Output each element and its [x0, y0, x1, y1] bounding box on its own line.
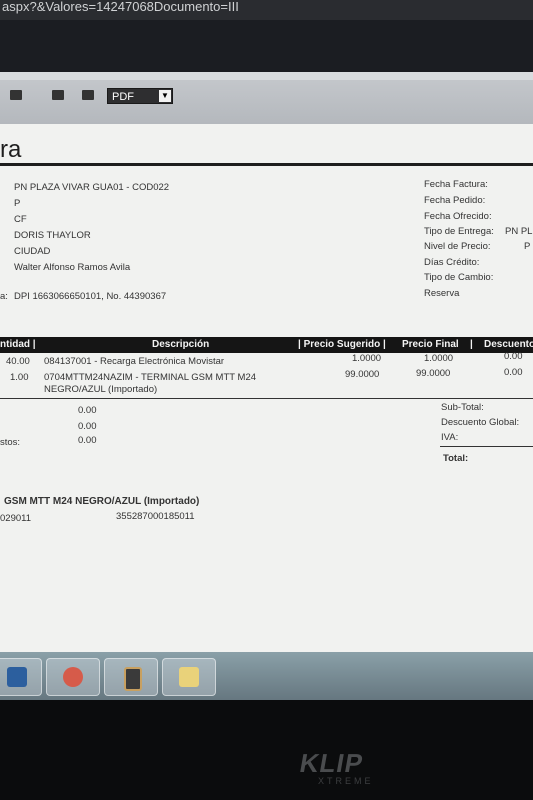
- col-precio-sugerido: | Precio Sugerido |: [298, 339, 386, 350]
- items-table-header: ntidad | Descripción | Precio Sugerido |…: [0, 337, 533, 353]
- print-icon[interactable]: [52, 90, 64, 100]
- row1-qty: 40.00: [6, 356, 30, 367]
- label-descuento-global: Descuento Global:: [441, 417, 520, 428]
- document-title: ra: [0, 136, 22, 163]
- client-line-2: P: [14, 198, 21, 209]
- label-fecha-ofrecido: Fecha Ofrecido:: [424, 211, 492, 222]
- col-separator: |: [470, 339, 473, 350]
- export-icon[interactable]: [82, 90, 94, 100]
- total-left-3-label: stos:: [0, 437, 21, 448]
- row1-sugerido: 1.0000: [352, 353, 382, 364]
- browser-chrome: [0, 20, 533, 72]
- taskbar: [0, 652, 533, 700]
- media-icon[interactable]: [46, 658, 100, 696]
- label-tipo-entrega: Tipo de Entrega:: [424, 226, 494, 237]
- col-descuento: Descuento: [484, 339, 533, 350]
- row1-desc: 084137001 - Recarga Electrónica Movistar: [44, 356, 225, 367]
- monitor-brand: KLIP: [297, 748, 366, 778]
- row2-descuento: 0.00: [504, 367, 523, 378]
- seller-name: Walter Alfonso Ramos Avila: [14, 262, 131, 273]
- row2-sugerido: 99.0000: [345, 369, 380, 380]
- total-left-1: 0.00: [78, 405, 97, 416]
- label-nivel-precio: Nivel de Precio:: [424, 241, 491, 252]
- row1-final: 1.0000: [424, 353, 454, 364]
- client-company: PN PLAZA VIVAR GUA01 - COD022: [14, 182, 170, 193]
- label-dias-credito: Días Crédito:: [424, 257, 480, 268]
- client-city: CIUDAD: [14, 246, 51, 257]
- files-icon[interactable]: [162, 658, 216, 696]
- total-rule: [440, 446, 533, 447]
- row2-desc: 0704MTTM24NAZIM - TERMINAL GSM MTT M24: [44, 372, 257, 383]
- label-reserva: Reserva: [424, 288, 460, 299]
- label-subtotal: Sub-Total:: [441, 402, 484, 413]
- client-line-3: CF: [14, 214, 27, 225]
- address-url: aspx?&Valores=14247068Documento=III: [2, 0, 239, 14]
- value-nivel-precio: P: [524, 241, 531, 252]
- title-divider: [0, 163, 533, 166]
- client-id: DPI 1663066650101, No. 44390367: [14, 291, 167, 302]
- value-tipo-entrega: PN PL: [505, 226, 533, 237]
- label-tipo-cambio: Tipo de Cambio:: [424, 272, 494, 283]
- report-toolbar: PDF ▼: [0, 72, 533, 124]
- label-iva: IVA:: [441, 432, 459, 443]
- row2-final: 99.0000: [416, 368, 451, 379]
- serial-imei: 355287000185011: [116, 511, 195, 522]
- toolbar-divider-icon: [10, 90, 22, 100]
- label-fecha-factura: Fecha Factura:: [424, 179, 488, 190]
- serial-code: 029011: [0, 513, 31, 524]
- payment-terminal-icon[interactable]: [104, 658, 158, 696]
- row2-desc-line2: NEGRO/AZUL (Importado): [44, 384, 158, 395]
- row2-qty: 1.00: [10, 372, 29, 383]
- table-bottom-rule: [0, 398, 533, 399]
- export-format-value: PDF: [112, 91, 134, 103]
- row1-descuento: 0.00: [504, 351, 523, 362]
- explorer-icon[interactable]: [0, 658, 42, 696]
- monitor-bezel: [0, 700, 533, 800]
- chevron-down-icon[interactable]: ▼: [159, 90, 171, 102]
- label-total: Total:: [443, 453, 469, 464]
- label-fecha-pedido: Fecha Pedido:: [424, 195, 486, 206]
- col-precio-final: Precio Final: [402, 339, 459, 350]
- export-format-select[interactable]: PDF ▼: [107, 88, 173, 104]
- client-name: DORIS THAYLOR: [14, 230, 91, 241]
- total-left-2: 0.00: [78, 421, 97, 432]
- serial-product: GSM MTT M24 NEGRO/AZUL (Importado): [4, 496, 200, 507]
- monitor-brand-sub: XTREME: [318, 776, 374, 786]
- toolbar-top-strip: [0, 72, 533, 80]
- col-cantidad: ntidad |: [0, 339, 36, 350]
- client-id-prefix: a:: [0, 291, 8, 302]
- total-left-3: 0.00: [78, 435, 97, 446]
- col-descripcion: Descripción: [152, 339, 210, 350]
- address-bar[interactable]: aspx?&Valores=14247068Documento=III: [0, 0, 533, 20]
